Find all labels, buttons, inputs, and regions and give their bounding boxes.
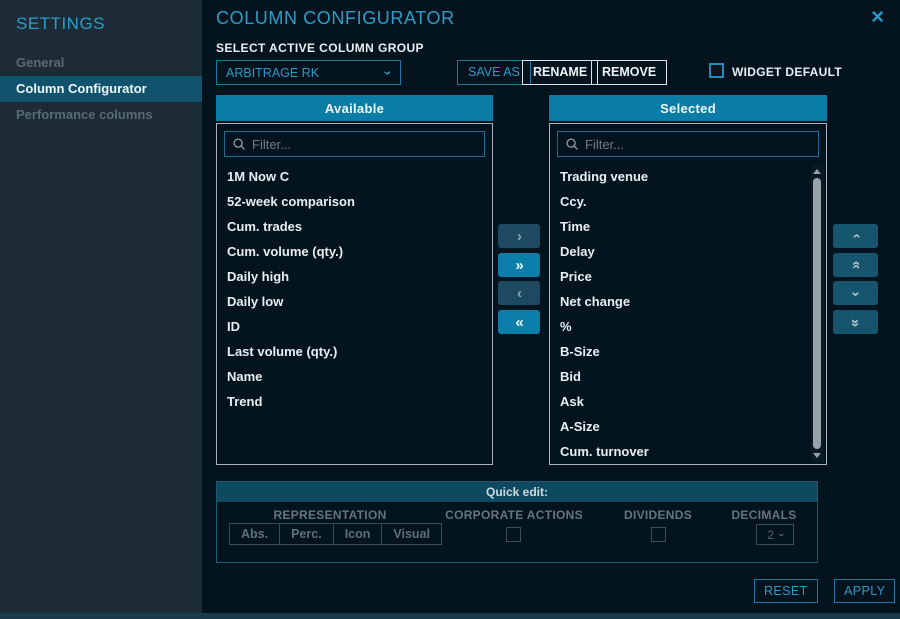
sidebar-item-column-configurator[interactable]: Column Configurator — [0, 76, 202, 102]
widget-default-label: WIDGET DEFAULT — [732, 65, 842, 79]
available-list: 1M Now C 52-week comparison Cum. trades … — [217, 164, 492, 414]
representation-label: REPRESENTATION — [273, 508, 386, 522]
widget-default-checkbox[interactable] — [709, 63, 724, 78]
column-group-value: ARBITRAGE RK — [226, 66, 319, 80]
selected-list-scrollbar[interactable] — [811, 165, 824, 462]
settings-window: SETTINGS General Column Configurator Per… — [0, 0, 900, 619]
available-list-item[interactable]: Last volume (qty.) — [217, 339, 492, 364]
representation-perc-button[interactable]: Perc. — [280, 524, 334, 544]
available-list-item[interactable]: 52-week comparison — [217, 189, 492, 214]
selected-list-item[interactable]: A-Size — [550, 414, 810, 439]
available-list-item[interactable]: Name — [217, 364, 492, 389]
chevron-down-icon: › — [775, 533, 787, 537]
selected-list-item[interactable]: Bid — [550, 364, 810, 389]
move-to-top-button[interactable]: » — [833, 253, 878, 277]
selected-list-item[interactable]: B-Size — [550, 339, 810, 364]
double-chevron-up-icon: » — [847, 261, 864, 268]
dividends-label: DIVIDENDS — [624, 508, 692, 522]
available-panel: Available 1M Now C 52-week comparison — [216, 95, 493, 465]
available-list-item[interactable]: Cum. trades — [217, 214, 492, 239]
move-to-bottom-button[interactable]: » — [833, 310, 878, 334]
representation-visual-button[interactable]: Visual — [382, 524, 441, 544]
selected-filter-input[interactable] — [585, 137, 811, 152]
representation-icon-button[interactable]: Icon — [334, 524, 383, 544]
rename-button[interactable]: RENAME — [522, 60, 598, 85]
quick-edit-header: Quick edit: — [217, 482, 817, 502]
dividends-checkbox[interactable] — [651, 527, 666, 542]
representation-abs-button[interactable]: Abs. — [230, 524, 280, 544]
available-list-item[interactable]: Cum. volume (qty.) — [217, 239, 492, 264]
selected-list-item[interactable]: Trading venue — [550, 164, 810, 189]
corporate-actions-checkbox[interactable] — [506, 527, 521, 542]
available-filter-input[interactable] — [252, 137, 477, 152]
move-all-right-button[interactable]: » — [498, 253, 540, 277]
selected-list-item[interactable]: % — [550, 314, 810, 339]
apply-button[interactable]: APPLY — [834, 579, 895, 603]
selected-list-item[interactable]: Ask — [550, 389, 810, 414]
selected-list-item[interactable]: Price — [550, 264, 810, 289]
chevron-down-icon: › — [847, 291, 864, 295]
decimals-label: DECIMALS — [731, 508, 796, 522]
chevron-down-icon: › — [381, 70, 397, 75]
decimals-value: 2 — [767, 528, 774, 542]
selected-list-box: Trading venue Ccy. Time Delay Price Net … — [549, 123, 827, 465]
double-chevron-right-icon: » — [515, 257, 522, 274]
column-configurator-panel: COLUMN CONFIGURATOR × SELECT ACTIVE COLU… — [202, 0, 900, 613]
corporate-actions-label: CORPORATE ACTIONS — [445, 508, 583, 522]
selected-filter — [557, 131, 819, 157]
save-as-button[interactable]: SAVE AS — [457, 60, 531, 85]
available-list-item[interactable]: ID — [217, 314, 492, 339]
double-chevron-down-icon: » — [847, 318, 864, 325]
selected-list-item[interactable]: Net change — [550, 289, 810, 314]
reset-button[interactable]: RESET — [754, 579, 818, 603]
column-group-dropdown[interactable]: ARBITRAGE RK › — [216, 60, 401, 85]
search-icon — [232, 137, 246, 151]
decimals-dropdown[interactable]: 2 › — [756, 524, 794, 545]
remove-button[interactable]: REMOVE — [591, 60, 667, 85]
scroll-down-icon[interactable] — [813, 453, 821, 458]
sidebar-title: SETTINGS — [16, 14, 202, 34]
sidebar: SETTINGS General Column Configurator Per… — [0, 0, 202, 613]
chevron-up-icon: › — [847, 234, 864, 238]
move-up-button[interactable]: › — [833, 224, 878, 248]
selected-list-item[interactable]: Ccy. — [550, 189, 810, 214]
sidebar-nav: General Column Configurator Performance … — [0, 50, 202, 128]
quick-edit-panel: Quick edit: REPRESENTATION CORPORATE ACT… — [216, 481, 818, 563]
selected-list-item[interactable]: Cum. turnover — [550, 439, 810, 464]
representation-button-group: Abs. Perc. Icon Visual — [229, 523, 442, 545]
window-bottom-edge — [0, 613, 900, 619]
scrollbar-thumb[interactable] — [813, 178, 821, 449]
available-list-item[interactable]: 1M Now C — [217, 164, 492, 189]
scroll-up-icon[interactable] — [813, 169, 821, 174]
move-left-button[interactable]: ‹ — [498, 281, 540, 305]
sidebar-item-performance-columns[interactable]: Performance columns — [0, 102, 202, 128]
selected-list-item[interactable]: Time — [550, 214, 810, 239]
available-filter — [224, 131, 485, 157]
available-list-box: 1M Now C 52-week comparison Cum. trades … — [216, 123, 493, 465]
selected-panel: Selected Trading venue Ccy. T — [549, 95, 827, 465]
available-list-item[interactable]: Daily high — [217, 264, 492, 289]
move-all-left-button[interactable]: « — [498, 310, 540, 334]
page-title: COLUMN CONFIGURATOR — [216, 8, 455, 29]
sidebar-item-general[interactable]: General — [0, 50, 202, 76]
active-column-group-label: SELECT ACTIVE COLUMN GROUP — [216, 41, 424, 55]
chevron-right-icon: › — [517, 228, 521, 245]
selected-panel-header: Selected — [549, 95, 827, 121]
close-icon[interactable]: × — [871, 6, 884, 28]
available-list-item[interactable]: Trend — [217, 389, 492, 414]
search-icon — [565, 137, 579, 151]
selected-list: Trading venue Ccy. Time Delay Price Net … — [550, 164, 810, 464]
available-list-item[interactable]: Daily low — [217, 289, 492, 314]
available-panel-header: Available — [216, 95, 493, 121]
move-right-button[interactable]: › — [498, 224, 540, 248]
move-down-button[interactable]: › — [833, 281, 878, 305]
double-chevron-left-icon: « — [515, 314, 522, 331]
chevron-left-icon: ‹ — [517, 285, 521, 302]
selected-list-item[interactable]: Delay — [550, 239, 810, 264]
